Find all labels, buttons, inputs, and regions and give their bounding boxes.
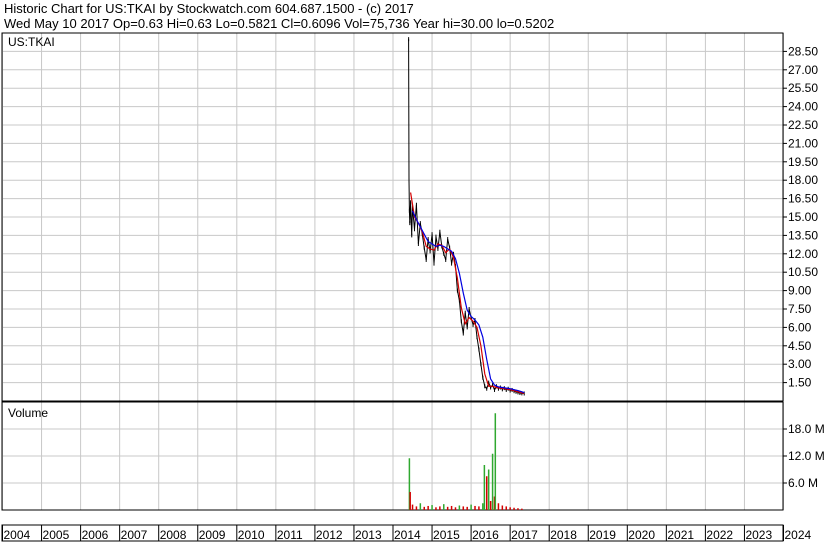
price-y-tick-label: 19.50 [788,155,818,169]
volume-y-tick-label: 6.0 M [788,476,818,490]
x-tick-label: 2015 [433,528,460,542]
volume-bar [483,465,486,510]
volume-bar [443,504,445,510]
volume-bar [446,506,449,510]
volume-bar [485,476,488,510]
volume-bar [489,501,492,510]
volume-bar [423,506,425,510]
x-tick-label: 2020 [628,528,655,542]
volume-panel: Volume 6.0 M 12.0 M 18.0 M [1,401,825,511]
x-tick-label: 2009 [199,528,226,542]
x-tick-label: 2005 [43,528,70,542]
volume-bar [462,506,465,510]
price-y-tick-label: 15.00 [788,210,818,224]
volume-bars-group [408,413,523,510]
price-y-tick-label: 1.50 [788,376,812,390]
x-tick-label: 2007 [121,528,148,542]
volume-bar [517,508,519,510]
price-series-moving-average-short [410,192,525,394]
volume-bar [450,505,453,510]
volume-bar [505,506,507,510]
volume-bar [458,505,461,510]
volume-bar [478,506,480,510]
x-tick-label: 2016 [472,528,499,542]
price-y-tick-label: 13.50 [788,228,818,242]
volume-bar [494,413,497,510]
x-tick-label: 2024 [785,528,812,542]
price-series-moving-average-long [411,210,525,394]
x-tick-label: 2018 [550,528,577,542]
volume-bar [466,506,468,510]
price-y-tick-label: 16.50 [788,192,818,206]
price-y-tick-label: 27.00 [788,63,818,77]
x-tick-label: 2017 [511,528,538,542]
price-series-price [408,39,525,394]
price-panel-title: US:TKAI [8,35,55,49]
price-panel: US:TKAI 1.50 3.00 4.50 6.00 7.50 9.00 10.50 12.… [1,32,818,402]
volume-bar [415,506,418,510]
x-tick-label: 2006 [82,528,109,542]
volume-y-axis: 6.0 M 12.0 M 18.0 M [783,422,825,490]
price-grid [2,33,784,401]
chart-header-quote: Wed May 10 2017 Op=0.63 Hi=0.63 Lo=0.582… [4,16,554,31]
volume-bar [491,453,494,510]
price-y-tick-label: 24.00 [788,100,818,114]
price-y-tick-label: 22.50 [788,118,818,132]
price-y-tick-label: 4.50 [788,339,812,353]
stock-chart: Historic Chart for US:TKAI by Stockwatch… [1,1,825,542]
volume-grid [2,402,784,510]
volume-bar [482,503,484,510]
x-tick-label: 2010 [238,528,265,542]
volume-bar [487,469,490,510]
x-tick-label: 2022 [706,528,733,542]
volume-panel-title: Volume [8,406,48,420]
x-tick-label: 2008 [160,528,187,542]
price-y-tick-label: 25.50 [788,81,818,95]
volume-bar [509,507,511,510]
volume-y-tick-label: 18.0 M [788,422,825,436]
price-y-tick-label: 9.00 [788,284,812,298]
price-y-tick-label: 3.00 [788,357,812,371]
volume-bar [521,508,523,510]
x-tick-label: 2019 [589,528,616,542]
x-tick-label: 2013 [355,528,382,542]
volume-bar [474,505,476,510]
price-y-tick-label: 12.00 [788,247,818,261]
volume-bar [501,505,504,510]
x-tick-label: 2021 [667,528,694,542]
x-tick-label: 2023 [745,528,772,542]
x-tick-label: 2012 [316,528,343,542]
x-tick-label: 2014 [394,528,421,542]
x-tick-label: 2011 [277,528,303,542]
volume-bar [435,507,437,510]
volume-bar [427,505,429,510]
price-y-tick-label: 28.50 [788,44,818,58]
volume-bar [470,504,472,510]
price-series-group [408,37,525,396]
volume-bar [431,505,433,510]
x-axis: 2004 2005 2006 2007 2008 2009 2010 2011 2012 2013… [1,524,812,542]
volume-bar [409,492,411,510]
volume-y-tick-label: 12.0 M [788,449,825,463]
price-y-tick-label: 18.00 [788,173,818,187]
volume-bar [419,503,422,510]
chart-header-title: Historic Chart for US:TKAI by Stockwatch… [4,1,414,16]
price-y-tick-label: 21.00 [788,136,818,150]
volume-bar [439,506,441,510]
price-y-axis: 1.50 3.00 4.50 6.00 7.50 9.00 10.50 12.00 13.50 1… [783,44,818,390]
volume-bar [497,503,500,510]
volume-bar [454,507,457,510]
x-tick-label: 2004 [4,528,31,542]
volume-bar [411,504,414,510]
price-y-tick-label: 7.50 [788,302,812,316]
volume-bar [513,507,515,510]
price-y-tick-label: 6.00 [788,320,812,334]
price-y-tick-label: 10.50 [788,265,818,279]
